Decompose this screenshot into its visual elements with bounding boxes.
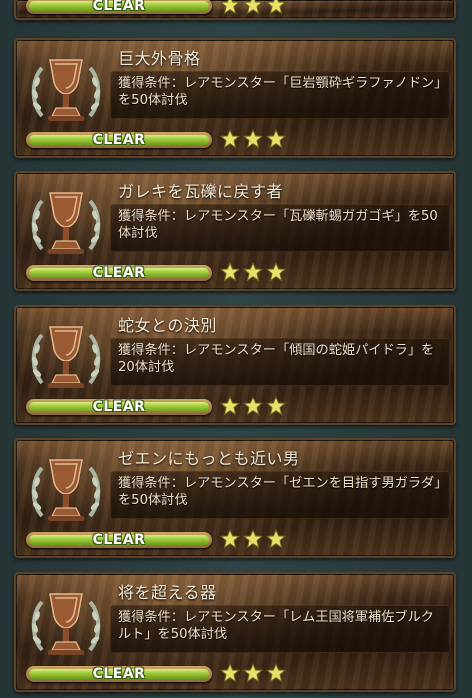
star-icon [243, 396, 263, 416]
clear-label: CLEAR [92, 666, 146, 682]
clear-label: CLEAR [92, 0, 146, 14]
achievement-description: 獲得条件：レアモンスター「ゼエンを目指す男ガラダ」を50体討伐 [118, 476, 441, 508]
star-icon [266, 529, 286, 549]
achievement-title: 蛇女との決別 [118, 316, 217, 335]
star-icon [220, 396, 240, 416]
star-icon [266, 663, 286, 683]
achievement-description: 獲得条件：レアモンスター「レム王国将軍補佐ブルクルト」を50体討伐 [118, 610, 434, 642]
star-icon [266, 129, 286, 149]
star-rating [220, 396, 289, 418]
star-icon [266, 396, 286, 416]
star-icon [266, 0, 286, 15]
clear-label: CLEAR [92, 399, 146, 415]
star-icon [220, 529, 240, 549]
star-rating [220, 262, 289, 284]
achievement-description: 獲得条件：レアモンスター「瓦礫斬蜴ガガゴギ」を50体討伐 [118, 209, 438, 241]
clear-label: CLEAR [92, 532, 146, 548]
achievement-card[interactable]: ガレキを瓦礫に戻す者 獲得条件：レアモンスター「瓦礫斬蜴ガガゴギ」を50体討伐 … [14, 171, 456, 291]
achievement-title: 将を超える器 [118, 583, 217, 602]
star-icon [220, 262, 240, 282]
progress-bar: CLEAR [26, 132, 212, 148]
trophy-icon [31, 192, 101, 254]
achievement-description: 獲得条件：レアモンスター「傾国の蛇姫パイドラ」を20体討伐 [118, 343, 435, 375]
star-rating [220, 663, 289, 685]
star-icon [243, 663, 263, 683]
trophy-icon [31, 459, 101, 521]
progress-bar: CLEAR [26, 532, 212, 548]
star-icon [243, 262, 263, 282]
achievement-description-box: 獲得条件：レアモンスター「巨岩顎砕ギラファノドン」を50体討伐 [110, 71, 450, 119]
progress-bar: CLEAR [26, 399, 212, 415]
progress-bar: CLEAR [26, 265, 212, 281]
star-rating [220, 0, 289, 17]
achievement-title: 巨大外骨格 [118, 49, 201, 68]
achievement-description-box: 獲得条件：レアモンスター「レム王国将軍補佐ブルクルト」を50体討伐 [110, 605, 450, 653]
achievement-card[interactable]: ゼエンにもっとも近い男 獲得条件：レアモンスター「ゼエンを目指す男ガラダ」を50… [14, 438, 456, 558]
achievement-card[interactable]: CLEAR [14, 0, 456, 20]
star-icon [220, 0, 240, 15]
clear-label: CLEAR [92, 265, 146, 281]
star-rating [220, 529, 289, 551]
achievement-description-box: 獲得条件：レアモンスター「傾国の蛇姫パイドラ」を20体討伐 [110, 338, 450, 386]
star-icon [243, 129, 263, 149]
achievement-card[interactable]: 巨大外骨格 獲得条件：レアモンスター「巨岩顎砕ギラファノドン」を50体討伐 CL… [14, 38, 456, 158]
star-icon [220, 129, 240, 149]
progress-bar: CLEAR [26, 666, 212, 682]
star-icon [266, 262, 286, 282]
star-icon [243, 529, 263, 549]
achievement-title: ゼエンにもっとも近い男 [118, 449, 300, 468]
clear-label: CLEAR [92, 132, 146, 148]
progress-bar: CLEAR [26, 0, 212, 14]
achievement-description-box: 獲得条件：レアモンスター「ゼエンを目指す男ガラダ」を50体討伐 [110, 471, 450, 519]
achievement-title: ガレキを瓦礫に戻す者 [118, 182, 284, 201]
star-icon [243, 0, 263, 15]
achievement-card[interactable]: 蛇女との決別 獲得条件：レアモンスター「傾国の蛇姫パイドラ」を20体討伐 CLE… [14, 305, 456, 425]
trophy-icon [31, 593, 101, 655]
achievement-description-box: 獲得条件：レアモンスター「瓦礫斬蜴ガガゴギ」を50体討伐 [110, 204, 450, 252]
trophy-icon [31, 59, 101, 121]
star-rating [220, 129, 289, 151]
achievement-list: CLEAR 巨大外骨格 獲得条件：レアモンスター「巨岩顎砕ギラファノドン」を50… [0, 0, 472, 698]
trophy-icon [31, 326, 101, 388]
achievement-card[interactable]: 将を超える器 獲得条件：レアモンスター「レム王国将軍補佐ブルクルト」を50体討伐… [14, 572, 456, 692]
star-icon [220, 663, 240, 683]
achievement-description: 獲得条件：レアモンスター「巨岩顎砕ギラファノドン」を50体討伐 [118, 76, 441, 108]
